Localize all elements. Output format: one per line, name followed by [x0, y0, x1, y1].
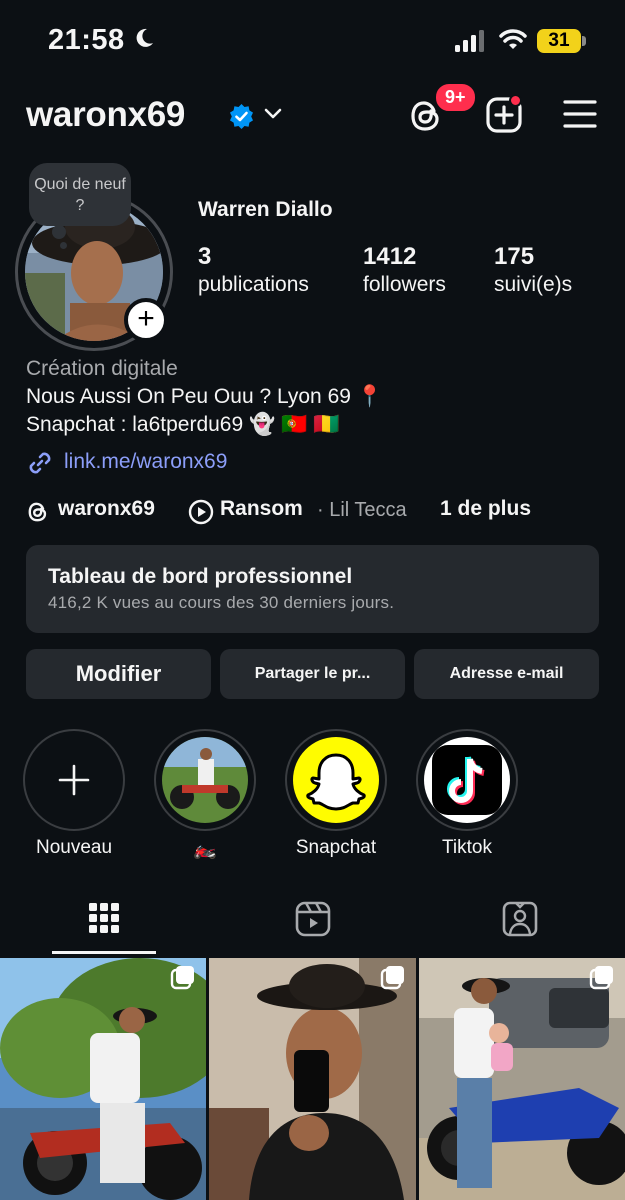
- tagged-tab-icon[interactable]: [502, 900, 538, 938]
- new-activity-dot: [509, 94, 522, 107]
- menu-icon[interactable]: [563, 99, 597, 129]
- play-icon: [188, 499, 214, 525]
- dashboard-subtitle: 416,2 K vues au cours des 30 derniers jo…: [48, 593, 395, 612]
- link-icon: [29, 452, 51, 474]
- bio-line-2: Snapchat : la6tperdu69 👻 🇵🇹 🇬🇳: [26, 413, 340, 436]
- more-links[interactable]: 1 de plus: [440, 497, 531, 521]
- highlight-label-moto: 🏍️: [193, 839, 217, 860]
- status-bar: 21:58 31: [0, 0, 625, 80]
- threads-handle[interactable]: waronx69: [58, 497, 155, 521]
- highlight-label-snapchat: Snapchat: [295, 837, 377, 858]
- dashboard-title: Tableau de bord professionnel: [48, 565, 353, 588]
- battery-level: 31: [537, 29, 581, 53]
- share-profile-button[interactable]: Partager le pr...: [220, 649, 405, 699]
- multi-photo-icon: [170, 966, 194, 990]
- profile-username[interactable]: waronx69: [26, 95, 185, 135]
- grid-tab-icon[interactable]: [88, 900, 120, 936]
- reels-tab-icon[interactable]: [295, 900, 331, 938]
- followers-count[interactable]: 1412: [363, 243, 416, 271]
- posts-label[interactable]: publications: [198, 273, 309, 297]
- edit-profile-button[interactable]: Modifier: [26, 649, 211, 699]
- signal-icon: [455, 30, 484, 52]
- tiktok-icon: [432, 745, 502, 815]
- active-tab-indicator: [52, 951, 156, 954]
- add-story-button[interactable]: +: [124, 298, 168, 342]
- moon-icon: [136, 28, 153, 47]
- profile-link[interactable]: link.me/waronx69: [64, 450, 227, 474]
- post-thumbnail-1[interactable]: [0, 958, 206, 1200]
- multi-photo-icon: [380, 966, 404, 990]
- music-title[interactable]: Ransom: [220, 497, 303, 521]
- full-name: Warren Diallo: [198, 198, 333, 221]
- note-bubble[interactable]: Quoi de neuf ?: [29, 163, 131, 226]
- highlight-tiktok-cover: [424, 737, 510, 823]
- professional-dashboard[interactable]: [26, 545, 599, 633]
- profile-category: Création digitale: [26, 357, 178, 380]
- posts-count[interactable]: 3: [198, 243, 211, 271]
- chevron-down-icon[interactable]: [263, 107, 283, 121]
- highlight-snapchat-cover: [293, 737, 379, 823]
- music-artist: · Lil Tecca: [317, 499, 407, 521]
- post-thumbnail-2[interactable]: [209, 958, 416, 1200]
- wifi-icon: [499, 29, 527, 49]
- multi-photo-icon: [589, 966, 613, 990]
- notification-badge: 9+: [433, 81, 478, 114]
- threads-small-icon: [28, 502, 47, 522]
- snapchat-ghost-icon: [306, 753, 366, 811]
- email-button[interactable]: Adresse e-mail: [414, 649, 599, 699]
- battery-tip: [582, 36, 586, 46]
- post-thumbnail-3[interactable]: [419, 958, 625, 1200]
- verified-badge-icon: [230, 104, 253, 129]
- bio-line-1: Nous Aussi On Peu Ouu ? Lyon 69 📍: [26, 385, 383, 408]
- highlight-moto-cover: [162, 737, 248, 823]
- highlight-label-tiktok: Tiktok: [442, 837, 492, 858]
- status-time: 21:58: [48, 24, 125, 56]
- plus-icon: [58, 764, 90, 796]
- following-label[interactable]: suivi(e)s: [494, 273, 572, 297]
- note-bubble-tail-small: [60, 242, 67, 249]
- note-bubble-tail: [52, 225, 66, 239]
- followers-label[interactable]: followers: [363, 273, 446, 297]
- highlight-label-new: Nouveau: [35, 837, 113, 858]
- following-count[interactable]: 175: [494, 243, 534, 271]
